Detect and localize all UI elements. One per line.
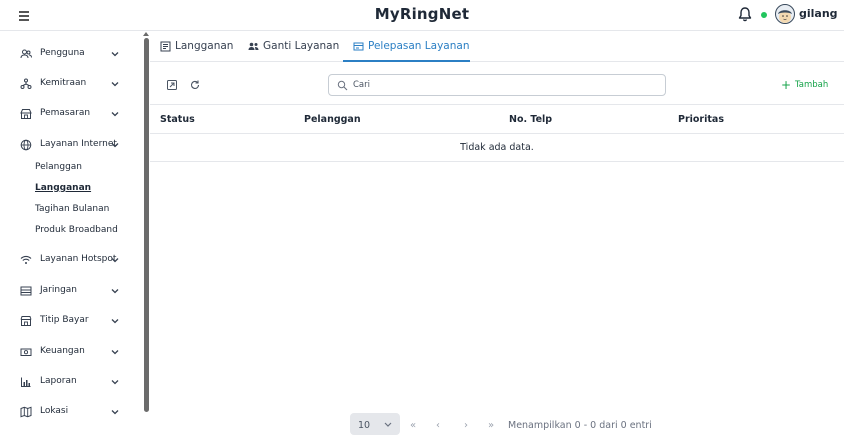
chevron-down-icon	[111, 112, 119, 117]
rows-per-page-select[interactable]: 10	[350, 413, 400, 435]
sidebar-item-pengguna[interactable]: Pengguna	[0, 44, 140, 66]
tab-ganti-layanan[interactable]: Ganti Layanan	[238, 32, 342, 62]
chevron-down-icon	[111, 289, 119, 294]
export-icon[interactable]	[166, 79, 178, 91]
sidebar-item-lokasi[interactable]: Lokasi	[0, 402, 140, 424]
next-page-icon[interactable]: ›	[464, 420, 468, 431]
pagination: 10 « ‹ › » Menampilkan 0 - 0 dari 0 entr…	[150, 413, 844, 435]
sidebar-item-pemasaran[interactable]: Pemasaran	[0, 104, 140, 126]
username[interactable]: gilang	[799, 7, 838, 20]
sidebar-item-label: Kemitraan	[40, 78, 87, 88]
sidebar-item-label: Pengguna	[40, 48, 85, 58]
search-icon	[337, 80, 348, 91]
first-page-icon[interactable]: «	[410, 420, 416, 431]
wifi-icon	[20, 255, 32, 264]
column-header-pelanggan[interactable]: Pelanggan	[304, 114, 361, 125]
empty-message: Tidak ada data.	[460, 142, 534, 153]
sidebar-item-label: Keuangan	[40, 346, 85, 356]
pagination-info: Menampilkan 0 - 0 dari 0 entri	[508, 420, 652, 431]
bar-chart-icon	[21, 377, 31, 387]
scroll-up-arrow-icon[interactable]	[143, 32, 149, 36]
tab-label: Pelepasan Layanan	[368, 40, 470, 52]
users-icon	[20, 49, 32, 59]
sidebar-item-titip-bayar[interactable]: Titip Bayar	[0, 311, 140, 333]
chevron-down-icon	[111, 82, 119, 87]
server-icon	[20, 286, 32, 296]
tab-pelepasan-layanan[interactable]: Pelepasan Layanan	[343, 32, 470, 62]
sidebar-item-label: Pemasaran	[40, 108, 91, 118]
column-header-prioritas[interactable]: Prioritas	[678, 114, 724, 125]
sidebar-item-label: Layanan Internet	[40, 139, 117, 149]
refresh-icon[interactable]	[189, 79, 201, 91]
sidebar-subitem-pelanggan[interactable]: Pelanggan	[35, 162, 82, 172]
globe-icon	[20, 139, 32, 151]
sidebar-item-layanan-hotspot[interactable]: Layanan Hotspot	[0, 250, 140, 272]
sidebar-item-laporan[interactable]: Laporan	[0, 372, 140, 394]
chevron-down-icon	[111, 410, 119, 415]
avatar[interactable]	[775, 4, 795, 24]
sidebar-subitem-produk-broadband[interactable]: Produk Broadband	[35, 225, 118, 235]
sidebar-item-label: Lokasi	[40, 406, 69, 416]
shop-icon	[20, 109, 32, 119]
money-icon	[20, 348, 32, 356]
sidebar-item-layanan-internet[interactable]: Layanan Internet	[0, 135, 140, 157]
map-icon	[20, 406, 32, 418]
sidebar-scrollbar[interactable]	[144, 38, 149, 412]
tab-langganan[interactable]: Langganan	[150, 32, 238, 62]
top-bar: MyRingNet gilang	[0, 0, 844, 31]
chevron-down-icon	[384, 422, 392, 427]
table-empty-row: Tidak ada data.	[150, 134, 844, 162]
store-icon	[20, 316, 32, 326]
sidebar-item-jaringan[interactable]: Jaringan	[0, 281, 140, 303]
last-page-icon[interactable]: »	[488, 420, 494, 431]
sidebar-item-label: Titip Bayar	[40, 315, 89, 325]
tab-bar: Langganan Ganti Layanan Pelepasan Layana…	[150, 32, 844, 62]
plus-icon: +	[781, 78, 792, 92]
tab-label: Ganti Layanan	[263, 40, 340, 52]
sidebar-item-label: Laporan	[40, 376, 77, 386]
search-box	[328, 74, 666, 96]
bell-icon[interactable]	[737, 6, 753, 23]
search-input[interactable]	[353, 78, 653, 92]
sidebar-item-keuangan[interactable]: Keuangan	[0, 342, 140, 364]
chevron-down-icon	[111, 350, 119, 355]
sidebar-subitem-langganan[interactable]: Langganan	[35, 183, 91, 193]
card-icon	[353, 42, 364, 51]
sidebar: Pengguna Kemitraan Pemasaran Layanan Int…	[0, 32, 144, 427]
prev-page-icon[interactable]: ‹	[436, 420, 440, 431]
document-icon	[160, 41, 171, 52]
users-swap-icon	[248, 42, 259, 50]
sidebar-item-label: Layanan Hotspot	[40, 254, 117, 264]
add-button-label: Tambah	[795, 80, 829, 90]
chevron-down-icon	[111, 380, 119, 385]
tab-label: Langganan	[175, 40, 234, 52]
chevron-down-icon	[111, 258, 119, 263]
sidebar-item-kemitraan[interactable]: Kemitraan	[0, 74, 140, 96]
rows-per-page-value: 10	[358, 420, 371, 431]
app-title: MyRingNet	[374, 5, 470, 23]
column-header-no-telp[interactable]: No. Telp	[509, 114, 552, 125]
sidebar-subitem-tagihan-bulanan[interactable]: Tagihan Bulanan	[35, 204, 109, 214]
chevron-down-icon	[111, 143, 119, 148]
table-header: Status Pelanggan No. Telp Prioritas	[150, 104, 844, 134]
chevron-down-icon	[111, 319, 119, 324]
column-header-status[interactable]: Status	[160, 114, 195, 125]
chevron-down-icon	[111, 52, 119, 57]
network-icon	[20, 78, 32, 89]
online-status-dot	[761, 12, 767, 18]
sidebar-item-label: Jaringan	[40, 285, 78, 295]
